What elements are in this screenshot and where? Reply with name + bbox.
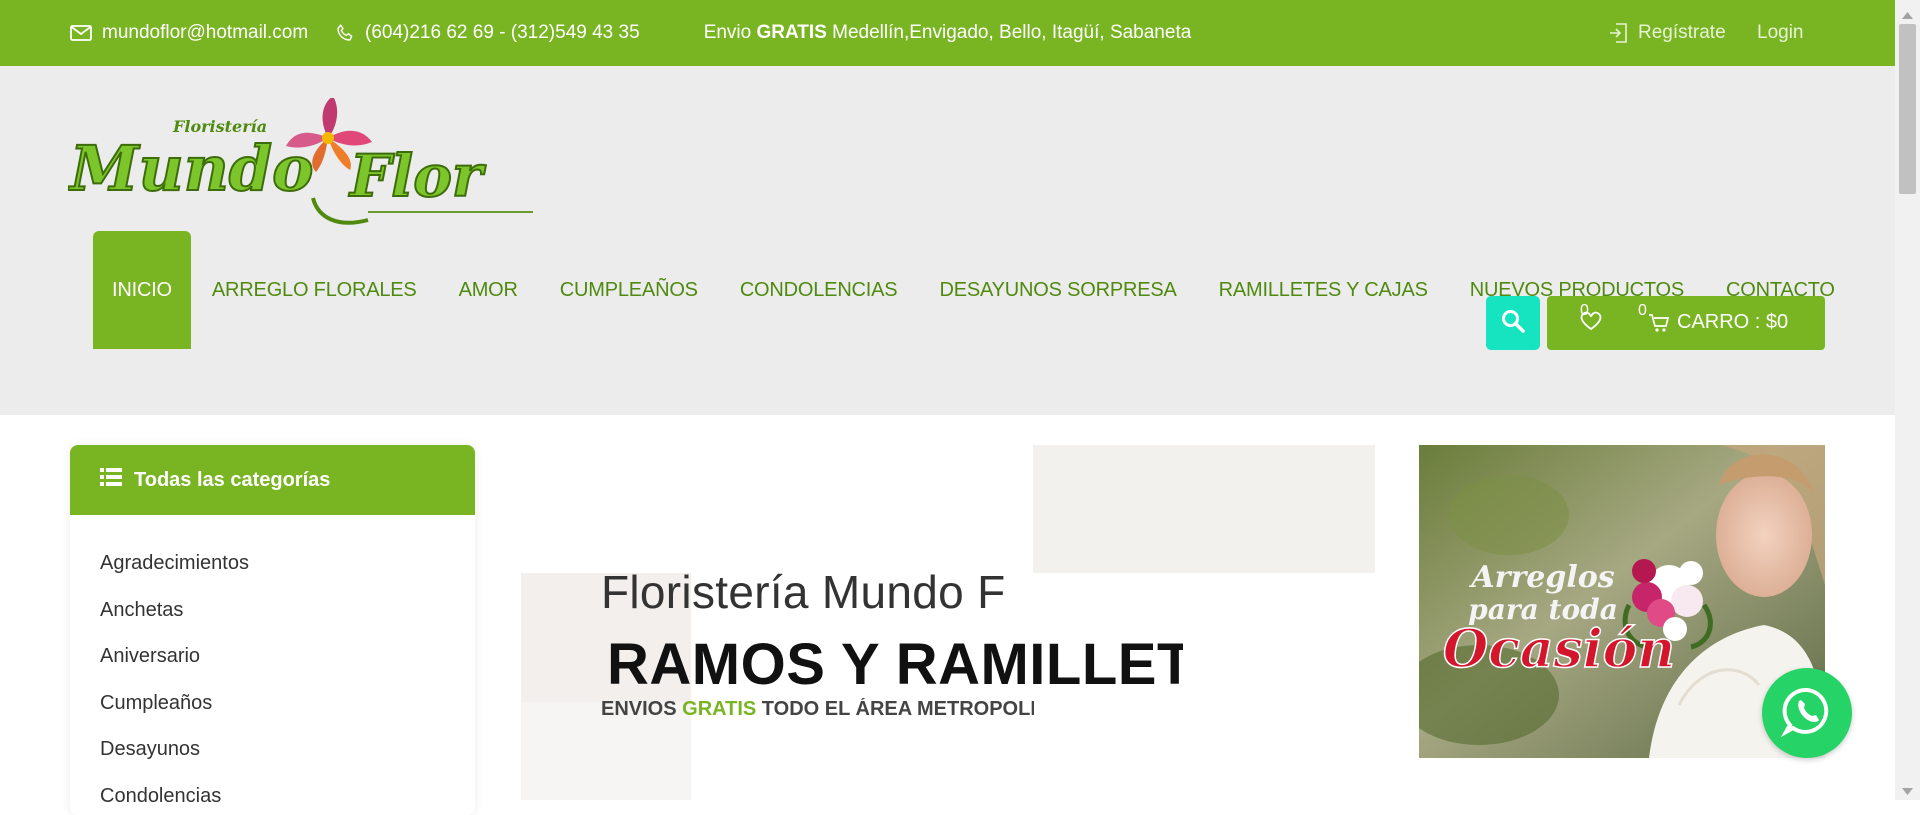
search-button[interactable] <box>1486 296 1540 350</box>
login-link[interactable]: Login <box>1757 0 1804 66</box>
nav-item-desayunos-sorpresa[interactable]: DESAYUNOS SORPRESA <box>918 231 1197 349</box>
slider-tag-rest: TODO EL ÁREA METROPOLITANA <box>762 698 1034 720</box>
category-aniversario[interactable]: Aniversario <box>100 644 475 691</box>
heart-icon[interactable] <box>1577 308 1605 338</box>
phone-link[interactable]: (604)216 62 69 - (312)549 43 35 <box>335 0 640 66</box>
mail-icon <box>70 25 92 41</box>
register-label: Regístrate <box>1638 22 1726 44</box>
scroll-up-arrow-icon[interactable] <box>1902 6 1913 24</box>
phone-text: (604)216 62 69 - (312)549 43 35 <box>365 22 640 44</box>
categories-header[interactable]: Todas las categorías <box>70 445 475 515</box>
category-agradecimientos[interactable]: Agradecimientos <box>100 551 475 598</box>
nav-item-cumpleanos[interactable]: CUMPLEAÑOS <box>539 231 719 349</box>
slider-title: RAMOS Y RAMILLETES <box>607 631 1183 698</box>
shipping-prefix: Envio <box>704 22 752 44</box>
promo-line-1: Arreglos <box>1468 560 1614 595</box>
email-link[interactable]: mundoflor@hotmail.com <box>70 0 308 66</box>
slider-subtitle: Floristería Mundo Flor <box>601 565 1006 619</box>
nav-item-amor[interactable]: AMOR <box>438 231 539 349</box>
whatsapp-icon <box>1781 685 1833 742</box>
site-logo[interactable]: Floristería Mundo Flor <box>68 98 538 233</box>
login-label: Login <box>1757 22 1804 44</box>
slider-tagline: ENVIOS GRATIS TODO EL ÁREA METROPOLITANA <box>601 698 1034 721</box>
slider-tag-green: GRATIS <box>682 698 756 720</box>
scrollbar-thumb[interactable] <box>1899 24 1916 194</box>
site-header: Floristería Mundo Flor INICIO ARREGLO FL… <box>0 66 1895 415</box>
category-anchetas[interactable]: Anchetas <box>100 598 475 645</box>
categories-list: Agradecimientos Anchetas Aniversario Cum… <box>70 515 475 815</box>
shipping-rest: Medellín,Envigado, Bello, Itagüí, Sabane… <box>832 22 1191 44</box>
nav-item-inicio[interactable]: INICIO <box>93 231 191 349</box>
category-cumpleanos[interactable]: Cumpleaños <box>100 691 475 738</box>
categories-title: Todas las categorías <box>134 469 330 492</box>
cart-icon[interactable] <box>1648 312 1670 340</box>
slider-background-block <box>1033 445 1375 573</box>
logo-text-left: Mundo <box>68 132 314 205</box>
menu-icon <box>100 468 122 492</box>
shipping-bold: GRATIS <box>757 22 827 44</box>
email-text: mundoflor@hotmail.com <box>102 22 308 44</box>
nav-item-ramilletes-y-cajas[interactable]: RAMILLETES Y CAJAS <box>1198 231 1449 349</box>
register-icon <box>1608 22 1628 44</box>
logo-text-right: Flor <box>348 142 487 210</box>
search-icon <box>1500 308 1526 339</box>
cart-label: CARRO : $0 <box>1677 311 1788 334</box>
promo-line-3: Ocasión <box>1443 619 1675 680</box>
whatsapp-button[interactable] <box>1762 668 1852 758</box>
top-bar: mundoflor@hotmail.com (604)216 62 69 - (… <box>0 0 1895 66</box>
scroll-down-arrow-icon[interactable] <box>1902 783 1913 801</box>
nav-item-condolencias[interactable]: CONDOLENCIAS <box>719 231 919 349</box>
categories-panel: Todas las categorías Agradecimientos Anc… <box>70 445 475 815</box>
phone-icon <box>335 23 355 43</box>
hero-slider[interactable]: Floristería Mundo Flor RAMOS Y RAMILLETE… <box>505 445 1375 800</box>
slider-tag-prefix: ENVIOS <box>601 698 677 720</box>
category-condolencias[interactable]: Condolencias <box>100 784 475 815</box>
register-link[interactable]: Regístrate <box>1608 0 1726 66</box>
nav-item-arreglo-florales[interactable]: ARREGLO FLORALES <box>191 231 438 349</box>
cart-count: 0 <box>1638 302 1647 320</box>
cart-widget[interactable]: 0 0 CARRO : $0 <box>1547 296 1825 350</box>
category-desayunos[interactable]: Desayunos <box>100 737 475 784</box>
